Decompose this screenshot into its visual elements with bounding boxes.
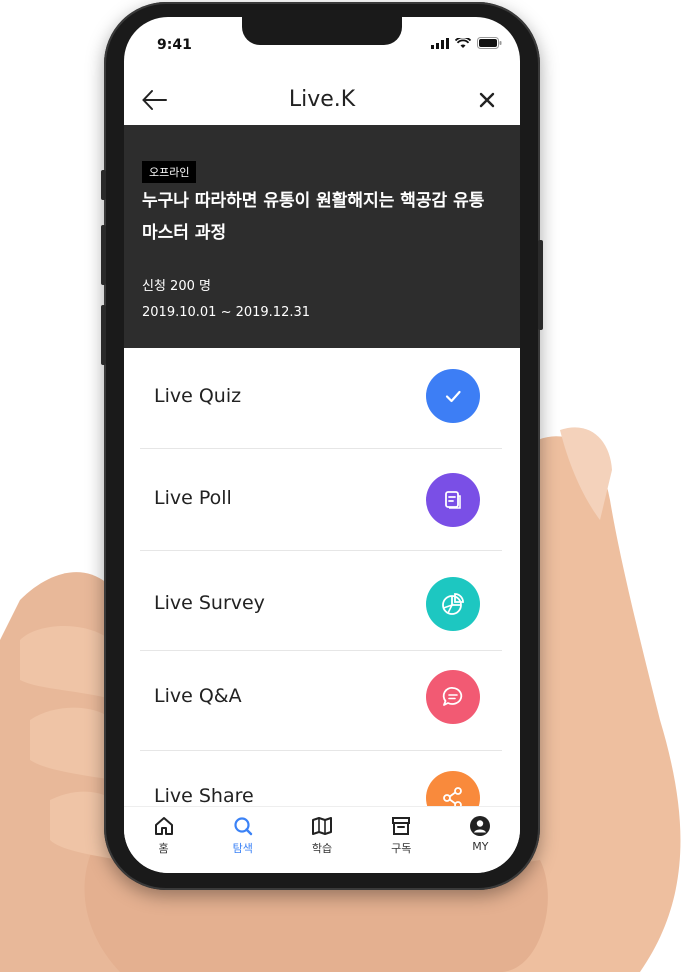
signal-icon <box>431 37 449 49</box>
tab-label: 탐색 <box>232 842 253 855</box>
battery-icon <box>477 37 502 49</box>
tab-my[interactable]: MY <box>441 807 520 873</box>
wifi-icon <box>455 37 471 48</box>
applicant-count: 신청 200 명 <box>142 279 211 294</box>
close-button[interactable] <box>472 85 502 115</box>
tab-explore[interactable]: 탐색 <box>203 807 282 873</box>
chat-bubble-icon <box>426 670 480 724</box>
event-title: 누구나 따라하면 유통이 원활해지는 핵공감 유통 마스터 과정 <box>142 191 485 243</box>
list-item-live-quiz[interactable]: Live Quiz <box>140 348 502 449</box>
tab-label: 구독 <box>391 842 412 855</box>
item-label: Live Survey <box>154 592 265 614</box>
check-icon <box>426 369 480 423</box>
tab-label: 홈 <box>158 842 169 855</box>
status-icons <box>431 37 502 49</box>
list-item-live-survey[interactable]: Live Survey <box>140 551 502 651</box>
list-item-live-qna[interactable]: Live Q&A <box>140 651 502 751</box>
page-title: Live.K <box>288 87 356 112</box>
event-header: 오프라인 누구나 따라하면 유통이 원활해지는 핵공감 유통 마스터 과정 신청… <box>124 125 520 348</box>
search-icon <box>234 817 252 836</box>
nav-bar: Live.K <box>124 75 520 125</box>
tab-label: 학습 <box>311 842 333 855</box>
side-button <box>101 170 106 200</box>
phone-screen: 9:41 Live.K 오프라인 누구나 따라하면 유통이 원활해지는 핵공감 … <box>124 17 520 873</box>
tab-learning[interactable]: 학습 <box>282 807 361 873</box>
item-label: Live Q&A <box>154 685 242 707</box>
bottom-tab-bar: 홈 탐색 학습 구독 MY <box>124 806 520 873</box>
event-date-range: 2019.10.01 ~ 2019.12.31 <box>142 305 311 320</box>
status-bar: 9:41 <box>124 17 520 73</box>
status-time: 9:41 <box>157 37 192 53</box>
user-icon <box>470 816 491 836</box>
item-label: Live Share <box>154 785 254 807</box>
feature-list: Live Quiz Live Poll Live Survey Live Q&A… <box>140 348 502 841</box>
list-item-live-poll[interactable]: Live Poll <box>140 449 502 551</box>
close-icon <box>479 92 495 108</box>
item-label: Live Quiz <box>154 385 242 407</box>
volume-up-button <box>101 225 106 285</box>
notch <box>242 17 402 45</box>
archive-icon <box>392 817 411 835</box>
item-label: Live Poll <box>154 487 232 509</box>
pie-chart-icon <box>426 577 480 631</box>
tab-label: MY <box>472 840 489 853</box>
offline-badge: 오프라인 <box>142 161 197 183</box>
power-button <box>538 240 543 330</box>
tab-home[interactable]: 홈 <box>124 807 203 873</box>
tab-subscribe[interactable]: 구독 <box>362 807 441 873</box>
home-icon <box>154 817 173 835</box>
poll-icon <box>426 473 480 527</box>
volume-down-button <box>101 305 106 365</box>
book-icon <box>312 817 332 835</box>
